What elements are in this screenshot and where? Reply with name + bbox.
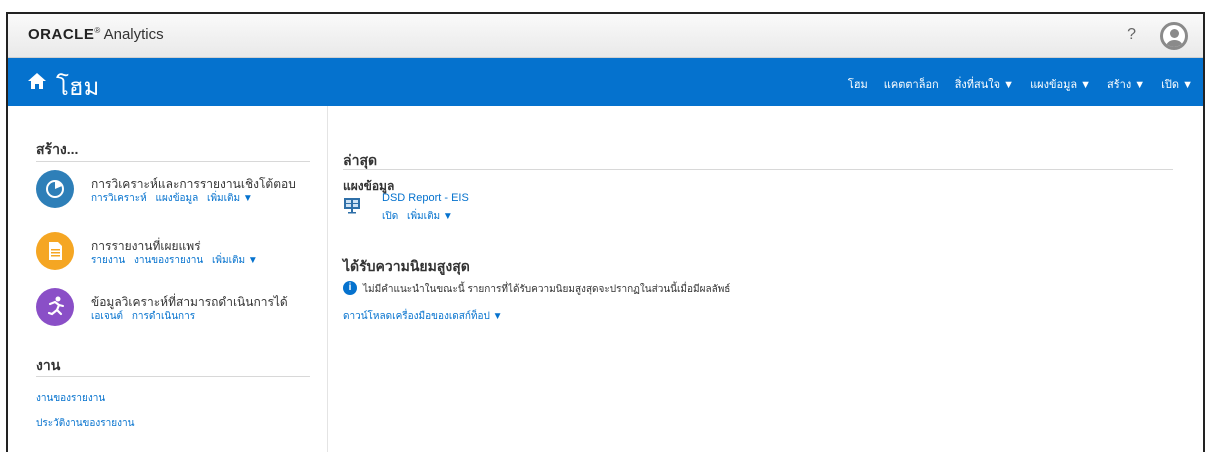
page-title: โฮม [56, 74, 100, 101]
document-icon[interactable] [36, 232, 74, 270]
right-panel: ล่าสุด แผงข้อมูล DSD Report - EIS เปิด เ… [343, 106, 1173, 452]
divider [343, 169, 1173, 170]
nav-open-menu[interactable]: เปิด ▼ [1161, 75, 1193, 93]
analytics-label: Analytics [103, 26, 164, 43]
create-item-published-reporting: การรายงานที่เผยแพร่ รายงาน งานของรายงาน … [36, 232, 326, 272]
link-action[interactable]: การดำเนินการ [132, 311, 195, 322]
left-panel: สร้าง... การวิเคราะห์และการรายงานเชิงโต้… [8, 106, 328, 452]
download-desktop-tools-link[interactable]: ดาวน์โหลดเครื่องมือของเดสก์ท็อป ▼ [343, 309, 503, 324]
link-dashboard[interactable]: แผงข้อมูล [156, 193, 199, 204]
create-item-links: รายงาน งานของรายงาน เพิ่มเติม ▼ [91, 253, 264, 268]
nav-create-menu[interactable]: สร้าง ▼ [1107, 75, 1145, 93]
link-agent[interactable]: เอเจนต์ [91, 311, 123, 322]
create-heading: สร้าง... [36, 141, 79, 157]
create-item-links: เอเจนต์ การดำเนินการ [91, 309, 201, 324]
divider [36, 161, 310, 162]
running-person-icon[interactable] [36, 288, 74, 326]
create-item-actionable-intelligence: ข้อมูลวิเคราะห์ที่สามารถดำเนินการได้ เอเ… [36, 288, 326, 328]
link-report-jobs[interactable]: งานของรายงาน [36, 391, 105, 406]
popular-info-text: ไม่มีคำแนะนำในขณะนี้ รายการที่ได้รับความ… [363, 284, 731, 295]
link-more[interactable]: เพิ่มเติม ▼ [212, 255, 258, 266]
nav-home[interactable]: โฮม [848, 75, 868, 93]
link-report-job[interactable]: งานของรายงาน [134, 255, 203, 266]
link-report[interactable]: รายงาน [91, 255, 125, 266]
create-item-analysis: การวิเคราะห์และการรายงานเชิงโต้ตอบ การวิ… [36, 170, 326, 210]
link-analysis[interactable]: การวิเคราะห์ [91, 193, 147, 204]
oracle-wordmark: ORACLE [28, 26, 95, 43]
create-item-links: การวิเคราะห์ แผงข้อมูล เพิ่มเติม ▼ [91, 191, 259, 206]
help-icon[interactable]: ? [1127, 26, 1136, 44]
user-avatar-icon[interactable] [1160, 22, 1188, 50]
oracle-analytics-logo: ORACLE® Analytics [28, 26, 164, 43]
link-open[interactable]: เปิด [382, 211, 398, 222]
home-icon[interactable] [26, 70, 48, 92]
nav-catalog[interactable]: แคตตาล็อก [884, 75, 939, 93]
page-header: โฮม โฮม แคตตาล็อก สิ่งที่สนใจ ▼ แผงข้อมู… [8, 58, 1203, 106]
info-icon: i [343, 281, 357, 295]
app-window: ORACLE® Analytics ? โฮม โฮม แคตตาล็อก สิ… [6, 12, 1205, 452]
nav-favorites-menu[interactable]: สิ่งที่สนใจ ▼ [955, 75, 1014, 93]
work-heading: งาน [36, 357, 61, 373]
recent-dashboard-link[interactable]: DSD Report - EIS [382, 192, 469, 204]
header-nav: โฮม แคตตาล็อก สิ่งที่สนใจ ▼ แผงข้อมูล ▼ … [848, 75, 1193, 93]
dashboard-icon [344, 198, 360, 214]
recent-item-links: เปิด เพิ่มเติม ▼ [382, 209, 459, 224]
popular-heading: ได้รับความนิยมสูงสุด [343, 258, 470, 274]
pie-chart-icon[interactable] [36, 170, 74, 208]
link-more[interactable]: เพิ่มเติม ▼ [207, 193, 253, 204]
link-more[interactable]: เพิ่มเติม ▼ [407, 211, 453, 222]
branding-bar: ORACLE® Analytics ? [8, 14, 1203, 58]
nav-dashboards-menu[interactable]: แผงข้อมูล ▼ [1030, 75, 1091, 93]
divider [36, 376, 310, 377]
link-report-job-history[interactable]: ประวัติงานของรายงาน [36, 416, 134, 431]
